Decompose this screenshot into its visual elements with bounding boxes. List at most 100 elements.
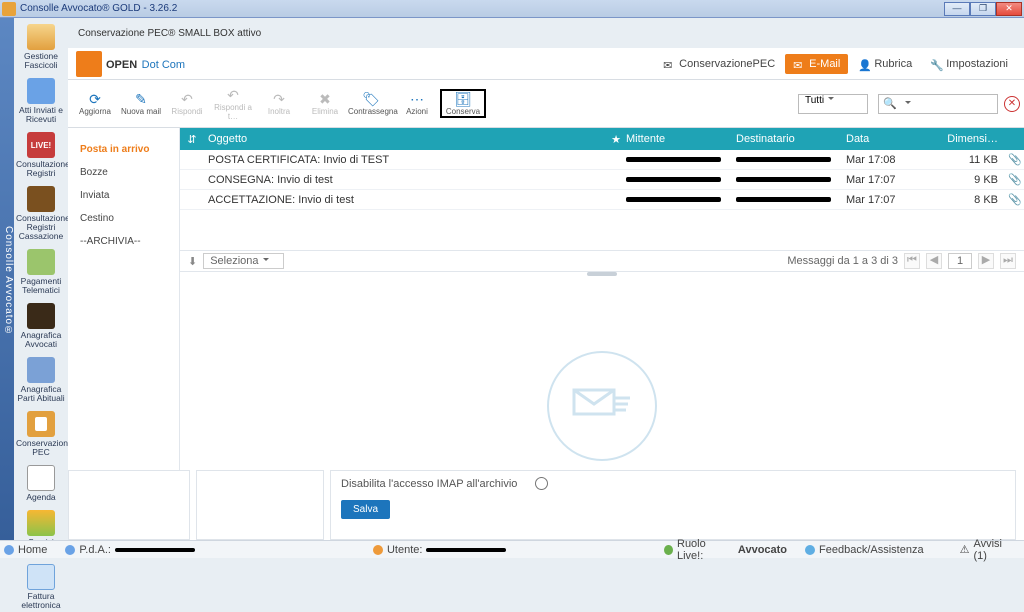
search-icon: 🔍 [883,97,897,110]
message-list-footer: ⬇ Seleziona Messaggi da 1 a 3 di 3 ⏮ ◀ 1… [180,250,1024,272]
tb-aggiorna[interactable]: ⟳Aggiorna [72,89,118,118]
window-restore-button[interactable]: ❐ [970,2,996,16]
attachment-icon: 📎 [1006,153,1024,166]
col-oggetto[interactable]: Oggetto [204,133,606,145]
window-close-button[interactable]: ✕ [996,2,1022,16]
invoice-icon [27,564,55,590]
role-icon [664,545,673,555]
lower-panel-settings: Disabilita l'accesso IMAP all'archivio S… [330,470,1016,540]
window-title: Consolle Avvocato® GOLD - 3.26.2 [20,3,944,14]
header-conservazione-pec[interactable]: ✉ConservazionePEC [655,54,783,74]
header-email[interactable]: ✉E-Mail [785,54,848,74]
message-table-header: ⇵ Oggetto ★ Mittente Destinatario Data D… [180,128,1024,150]
redacted-pda [115,548,195,552]
folder-trash[interactable]: Cestino [80,207,167,230]
lower-panels: Disabilita l'accesso IMAP all'archivio S… [68,470,1016,540]
status-home[interactable]: Home [4,544,47,556]
msg-subject: POSTA CERTIFICATA: Invio di TEST [204,154,606,166]
tb-elimina[interactable]: ✖Elimina [302,89,348,118]
user-icon: 👤 [858,59,870,69]
gears-icon [27,510,55,536]
splitter-handle[interactable] [587,272,617,276]
message-row[interactable]: POSTA CERTIFICATA: Invio di TEST Mar 17:… [180,150,1024,170]
nav-consultazione-cassazione[interactable]: Consultazione Registri Cassazione [16,184,66,243]
people-icon [27,357,55,383]
pager-range: Messaggi da 1 a 3 di 3 [787,255,898,267]
envelope-icon: ✉ [663,59,675,69]
col-mittente[interactable]: Mittente [626,133,736,145]
imap-disable-radio[interactable] [535,477,548,490]
nav-agenda[interactable]: Agenda [16,463,66,504]
status-feedback[interactable]: Feedback/Assistenza [805,544,924,556]
tb-azioni[interactable]: ⋯Azioni [394,89,440,118]
nav-consultazione-registri[interactable]: LIVE!Consultazione Registri [16,130,66,180]
pager-prev[interactable]: ◀ [926,253,942,269]
message-row[interactable]: ACCETTAZIONE: Invio di test Mar 17:07 8 … [180,190,1024,210]
search-input[interactable]: 🔍 [878,94,998,114]
redacted-sender [626,177,721,182]
folder-sent[interactable]: Inviata [80,184,167,207]
tb-contrassegna[interactable]: 🏷Contrassegna [348,89,394,118]
clear-search-button[interactable]: ✕ [1004,96,1020,112]
bulk-select[interactable]: Seleziona [203,253,283,269]
col-data[interactable]: Data [846,133,946,145]
redacted-sender [626,157,721,162]
msg-subject: CONSEGNA: Invio di test [204,174,606,186]
folder-archivia[interactable]: --ARCHIVIA-- [80,230,167,253]
nav-gestione-fascicoli[interactable]: Gestione Fascicoli [16,22,66,72]
header-impostazioni[interactable]: 🔧Impostazioni [922,54,1016,74]
nav-conservazione-pec[interactable]: Conservazione PEC [16,409,66,459]
mail-icon: ✉ [793,59,805,69]
nav-atti[interactable]: Atti Inviati e Ricevuti [16,76,66,126]
nav-anagrafica-avvocati[interactable]: Anagrafica Avvocati [16,301,66,351]
pager-first[interactable]: ⏮ [904,253,920,269]
nav-anagrafica-parti[interactable]: Anagrafica Parti Abituali [16,355,66,405]
redacted-user [426,548,506,552]
col-star[interactable]: ★ [606,133,626,146]
folder-icon [27,24,55,50]
bulk-arrow-icon[interactable]: ⬇ [188,255,197,268]
col-sort[interactable]: ⇵ [180,133,204,146]
wrench-icon: 🔧 [930,59,942,69]
window-minimize-button[interactable]: — [944,2,970,16]
message-row[interactable]: CONSEGNA: Invio di test Mar 17:07 9 KB 📎 [180,170,1024,190]
header-rubrica[interactable]: 👤Rubrica [850,54,920,74]
filter-select[interactable]: Tutti [798,94,868,114]
forward-icon: ↷ [256,91,302,107]
msg-size: 9 KB [946,174,1006,186]
pager-current[interactable]: 1 [948,253,972,269]
tb-inoltra[interactable]: ↷Inoltra [256,89,302,118]
redacted-recipient [736,197,831,202]
nav-fattura[interactable]: Fattura elettronica [16,562,66,612]
archive-icon: 🗄 [442,91,484,107]
salva-button[interactable]: Salva [341,500,390,519]
logo-brand: OPEN [106,59,137,71]
msg-date: Mar 17:08 [846,154,946,166]
home-icon [4,545,14,555]
left-sidebar: Gestione Fascicoli Atti Inviati e Ricevu… [14,18,68,540]
col-destinatario[interactable]: Destinatario [736,133,846,145]
redacted-recipient [736,177,831,182]
tb-rispondi[interactable]: ↶Rispondi [164,89,210,118]
redacted-recipient [736,157,831,162]
envelope-icon [27,249,55,275]
tb-rispondi-tutti[interactable]: ↶Rispondi a t… [210,85,256,123]
lower-panel-2 [196,470,324,540]
nav-pagamenti[interactable]: Pagamenti Telematici [16,247,66,297]
pager-next[interactable]: ▶ [978,253,994,269]
folder-drafts[interactable]: Bozze [80,161,167,184]
registry-icon [27,186,55,212]
folder-inbox[interactable]: Posta in arrivo [80,138,167,161]
msg-date: Mar 17:07 [846,194,946,206]
lock-envelope-icon [27,411,55,437]
pager-last[interactable]: ⏭ [1000,253,1016,269]
status-bar: Home P.d.A.: Utente: Ruolo Live!: Avvoca… [0,540,1024,558]
tb-nuova-mail[interactable]: ✎Nuova mail [118,89,164,118]
tb-conserva[interactable]: 🗄Conserva [440,89,486,118]
live-icon: LIVE! [27,132,55,158]
mail-toolbar: ⟳Aggiorna ✎Nuova mail ↶Rispondi ↶Rispond… [68,80,1024,128]
attachment-icon: 📎 [1006,193,1024,206]
open-dot-com-logo: OPEN Dot Com [76,51,185,77]
col-dimensione[interactable]: Dimensi… [946,133,1006,145]
mail-people-icon [27,78,55,104]
